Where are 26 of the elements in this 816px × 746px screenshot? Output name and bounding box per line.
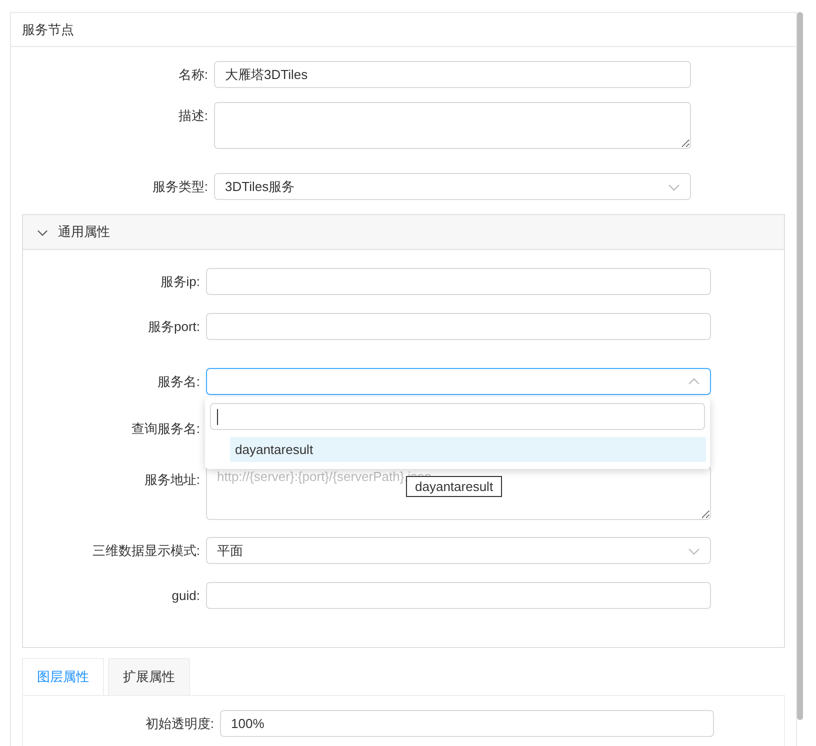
dropdown-option[interactable]: dayantaresult bbox=[230, 437, 706, 462]
field-label: 服务ip: bbox=[159, 273, 201, 291]
section-header[interactable]: 通用属性 bbox=[23, 215, 784, 250]
field-label: 服务类型: bbox=[151, 178, 209, 196]
input-field[interactable]: 大雁塔3DTiles bbox=[214, 61, 691, 88]
field-label: 初始透明度: bbox=[144, 715, 215, 733]
field-label: 服务名: bbox=[156, 373, 201, 391]
field-label: 描述: bbox=[177, 107, 209, 125]
input-field[interactable] bbox=[206, 582, 711, 609]
text-area[interactable] bbox=[214, 102, 691, 149]
field-label: 名称: bbox=[177, 66, 209, 84]
field-label: 服务port: bbox=[146, 318, 201, 336]
select-field[interactable]: 3DTiles服务 bbox=[214, 173, 691, 200]
field-label: 查询服务名: bbox=[130, 420, 201, 438]
input-field[interactable]: 100% bbox=[220, 710, 714, 737]
field-label: 服务地址: bbox=[143, 471, 201, 489]
scrollbar-thumb[interactable] bbox=[797, 12, 803, 720]
field-label: 三维数据显示模式: bbox=[91, 542, 201, 560]
panel-title: 服务节点 bbox=[22, 20, 74, 39]
tab[interactable]: 扩展属性 bbox=[108, 658, 190, 695]
field-label: guid: bbox=[170, 587, 201, 605]
input-field[interactable] bbox=[206, 313, 711, 340]
select-field[interactable]: 平面 bbox=[206, 537, 711, 564]
input-field[interactable] bbox=[206, 268, 711, 295]
select-field[interactable] bbox=[206, 368, 711, 395]
search-field[interactable] bbox=[210, 403, 705, 430]
